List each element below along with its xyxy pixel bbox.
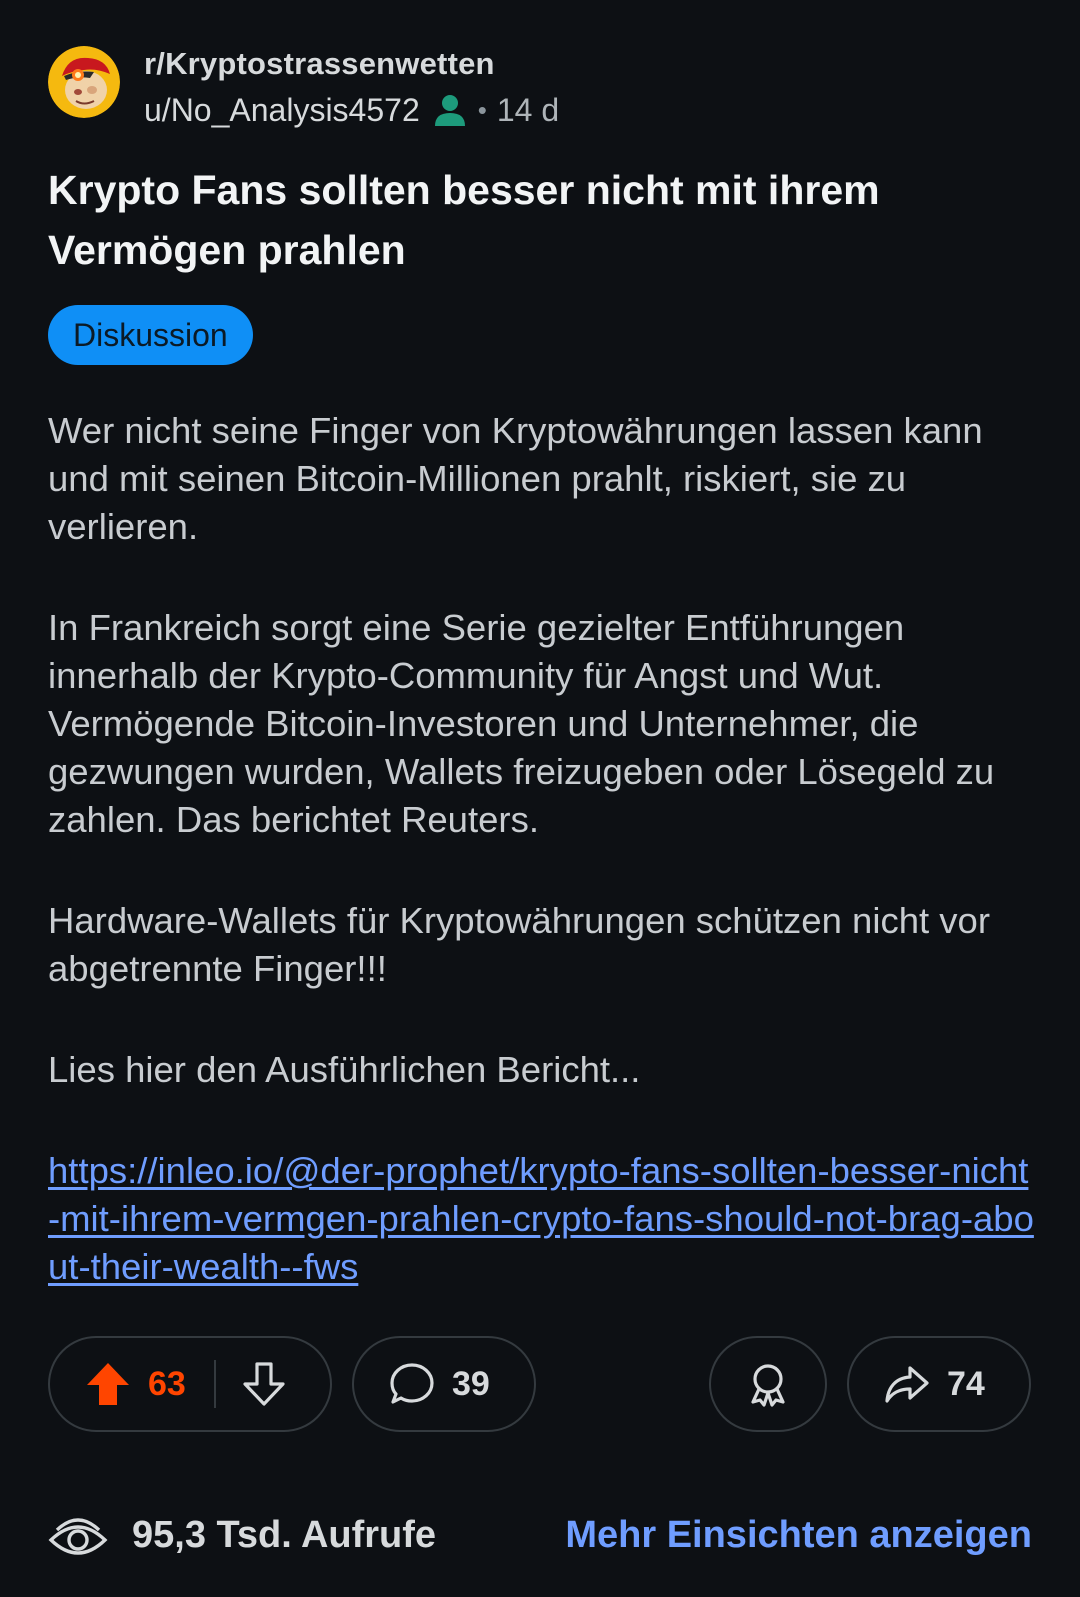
post-flair[interactable]: Diskussion <box>48 305 253 365</box>
author-name[interactable]: u/No_Analysis4572 <box>144 92 420 129</box>
vote-divider <box>213 1360 216 1408</box>
share-arrow-icon <box>883 1360 931 1408</box>
body-paragraph: Wer nicht seine Finger von Kryptowährung… <box>48 410 983 547</box>
article-link[interactable]: https://inleo.io/@der-prophet/krypto-fan… <box>48 1150 1034 1287</box>
body-paragraph: In Frankreich sorgt eine Serie gezielter… <box>48 607 995 840</box>
more-insights-link[interactable]: Mehr Einsichten anzeigen <box>565 1514 1032 1557</box>
action-bar: 63 39 74 <box>48 1336 1032 1432</box>
comment-bubble-icon <box>388 1360 436 1408</box>
upvote-count: 63 <box>148 1364 186 1403</box>
post-header: r/Kryptostrassenwetten u/No_Analysis4572… <box>48 44 1032 134</box>
insights-footer: 95,3 Tsd. Aufrufe Mehr Einsichten anzeig… <box>48 1508 1032 1568</box>
meta-separator: • <box>477 94 487 125</box>
share-button[interactable]: 74 <box>847 1336 1031 1432</box>
post-title: Krypto Fans sollten besser nicht mit ihr… <box>48 167 880 273</box>
comments-button[interactable]: 39 <box>352 1336 536 1432</box>
upvote-arrow-icon[interactable] <box>84 1360 132 1408</box>
comment-count: 39 <box>452 1364 490 1403</box>
post-meta: u/No_Analysis4572 • 14 d <box>144 88 559 132</box>
eye-icon <box>48 1512 108 1564</box>
share-count: 74 <box>947 1364 985 1403</box>
subreddit-name[interactable]: r/Kryptostrassenwetten <box>144 46 495 82</box>
body-paragraph: Lies hier den Ausführlichen Bericht... <box>48 1049 641 1090</box>
subreddit-avatar[interactable] <box>48 46 120 118</box>
award-button[interactable] <box>709 1336 827 1432</box>
award-ribbon-icon <box>744 1360 792 1408</box>
body-paragraph: Hardware-Wallets für Kryptowährungen sch… <box>48 900 990 989</box>
link-paragraph: https://inleo.io/@der-prophet/krypto-fan… <box>48 1147 1038 1291</box>
post-body: Wer nicht seine Finger von Kryptowährung… <box>48 407 1038 1291</box>
vote-control: 63 <box>48 1336 332 1432</box>
downvote-arrow-icon[interactable] <box>240 1360 288 1408</box>
post-age: 14 d <box>496 91 560 128</box>
person-icon <box>432 92 468 128</box>
view-count: 95,3 Tsd. Aufrufe <box>132 1514 437 1556</box>
